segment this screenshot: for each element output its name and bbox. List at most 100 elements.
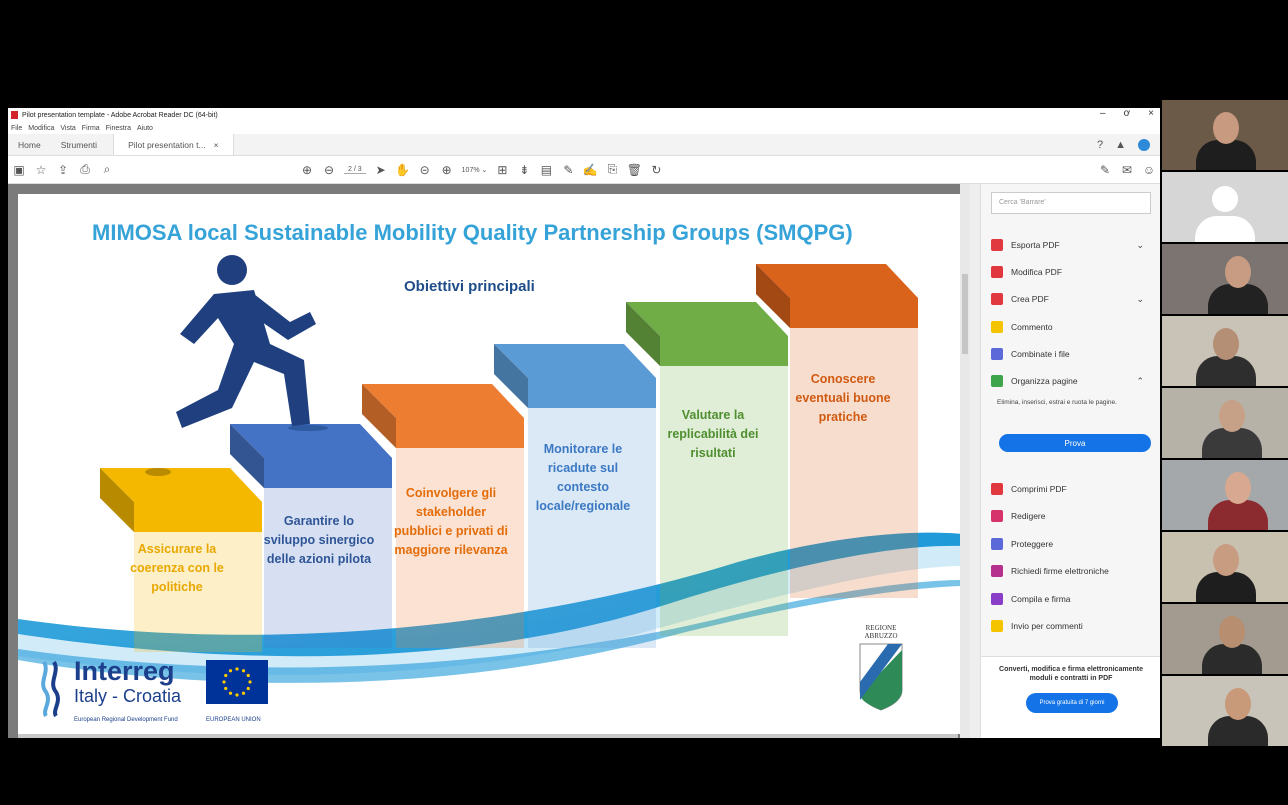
page-number-input[interactable]: 2 / 3 (344, 166, 366, 174)
upload-icon[interactable]: ⇪ (52, 163, 74, 177)
eu-star (224, 686, 228, 691)
tool-icon (991, 565, 1003, 578)
tool-item-4[interactable]: Commento (991, 314, 1156, 340)
tool-item-1[interactable]: Esporta PDF ⌄ (991, 232, 1156, 258)
free-trial-button[interactable]: Prova gratuita di 7 giorni (1026, 693, 1118, 713)
step-label-3: Coinvolgere gli stakeholder pubblici e p… (394, 486, 508, 557)
help-icon[interactable]: ? (1097, 139, 1103, 151)
participant-head (1219, 400, 1245, 432)
chevron-icon[interactable]: ⌄ (1136, 240, 1144, 251)
menu-modifica[interactable]: Modifica (28, 125, 54, 132)
eu-star (224, 673, 228, 678)
chevron-icon[interactable]: ⌃ (1136, 376, 1144, 387)
bookmark-star-icon[interactable]: ☆ (30, 163, 52, 177)
page-current: 2 (348, 165, 352, 173)
promo-box: Converti, modifica e firma elettronicame… (981, 656, 1160, 738)
panel-toggle[interactable] (970, 184, 980, 738)
tool-label: Compila e firma (1011, 593, 1071, 604)
participant-tile-1[interactable] (1162, 100, 1288, 170)
stamp-icon[interactable]: ⎘ (601, 162, 623, 177)
page-down-icon[interactable]: ⊖ (318, 163, 340, 177)
highlight-pen-icon[interactable]: ✎ (557, 163, 579, 177)
page-total: / 3 (353, 165, 362, 173)
participant-tile-7[interactable] (1162, 532, 1288, 602)
participant-tile-3[interactable] (1162, 244, 1288, 314)
tab-tools[interactable]: Strumenti (51, 140, 107, 155)
try-button[interactable]: Prova (999, 434, 1151, 452)
account-avatar[interactable] (1138, 139, 1150, 151)
tool-item-2[interactable]: Modifica PDF (991, 259, 1156, 285)
participant-tile-2[interactable] (1162, 172, 1288, 242)
sign-icon[interactable]: ✍ (579, 163, 601, 177)
tools-search-input[interactable]: Cerca 'Barrare' (991, 192, 1151, 214)
chevron-icon[interactable]: ⌄ (1136, 294, 1144, 305)
tool-item-6[interactable]: Organizza pagine ⌃ (991, 368, 1156, 394)
tab-document[interactable]: Pilot presentation t... × (113, 134, 234, 155)
menu-file[interactable]: File (11, 125, 22, 132)
eu-caption: EUROPEAN UNION (206, 717, 261, 723)
tools-panel: Cerca 'Barrare' Esporta PDF ⌄ Modifica PDF… (980, 184, 1160, 738)
participant-tile-4[interactable] (1162, 316, 1288, 386)
minimize-button[interactable]: – (1100, 108, 1106, 119)
zoom-out-icon[interactable]: ⊝ (414, 163, 436, 177)
participant-tile-9[interactable] (1162, 676, 1288, 746)
save-icon[interactable]: ▣ (8, 163, 30, 177)
participant-head (1213, 112, 1239, 144)
bell-icon[interactable]: ▲ (1115, 139, 1126, 151)
participant-body (1196, 356, 1256, 386)
promo-text: Converti, modifica e firma elettronicame… (999, 666, 1143, 682)
fill-sign-icon[interactable]: ✎ (1094, 163, 1116, 177)
participant-tile-5[interactable] (1162, 388, 1288, 458)
select-cursor-icon[interactable]: ➤ (370, 163, 392, 177)
tab-close-icon[interactable]: × (214, 140, 219, 150)
participant-tile-6[interactable] (1162, 460, 1288, 530)
rotate-icon[interactable]: ↻ (645, 163, 667, 177)
tool-label: Proteggere (1011, 538, 1054, 549)
step-face-5 (660, 336, 788, 636)
tool-label: Combinate i file (1011, 348, 1070, 359)
participant-head (1219, 616, 1245, 648)
step-label-6: Conoscere eventuali buone pratiche (795, 372, 891, 424)
mail-icon[interactable]: ✉ (1116, 163, 1138, 177)
document-scrollbar[interactable] (960, 184, 970, 738)
tab-home[interactable]: Home (8, 140, 51, 155)
zoom-select[interactable]: 107% ⌄ (462, 166, 488, 174)
participant-body (1202, 428, 1262, 458)
tool-item-5[interactable]: Combinate i file (991, 341, 1156, 367)
menu-finestra[interactable]: Finestra (106, 125, 131, 132)
tab-bar: Home Strumenti Pilot presentation t... ×… (8, 134, 1160, 156)
eu-star (241, 691, 246, 695)
step-face-6 (790, 298, 918, 598)
comment-icon[interactable]: ▤ (535, 163, 557, 177)
participant-tile-8[interactable] (1162, 604, 1288, 674)
more-tool-item-5[interactable]: Compila e firma (991, 586, 1156, 612)
tool-icon (991, 375, 1003, 387)
more-tool-item-2[interactable]: Redigere (991, 503, 1156, 529)
menu-vista[interactable]: Vista (60, 125, 75, 132)
participant-body (1196, 572, 1256, 602)
participant-body (1208, 500, 1268, 530)
tool-item-3[interactable]: Crea PDF ⌄ (991, 286, 1156, 312)
close-button[interactable]: × (1148, 108, 1154, 119)
zoom-in-icon[interactable]: ⊕ (436, 163, 458, 177)
search-icon[interactable]: ⌕ (96, 162, 118, 177)
more-tool-item-3[interactable]: Proteggere (991, 531, 1156, 557)
step-front-5 (660, 336, 788, 366)
more-tool-item-6[interactable]: Invio per commenti (991, 613, 1156, 639)
restore-button[interactable]: ơ (1124, 108, 1131, 119)
document-hscrollbar[interactable] (18, 734, 958, 738)
hand-tool-icon[interactable]: ✋ (392, 163, 414, 177)
print-icon[interactable]: ⎙ (74, 162, 96, 177)
scrollbar-thumb[interactable] (962, 274, 968, 354)
delete-icon[interactable]: 🗑 (623, 163, 645, 177)
scroll-mode-icon[interactable]: ⇟ (513, 163, 535, 177)
participant-body (1202, 644, 1262, 674)
menu-aiuto[interactable]: Aiuto (137, 125, 153, 132)
more-tool-item-1[interactable]: Comprimi PDF (991, 476, 1156, 502)
share-user-icon[interactable]: ☺ (1138, 163, 1160, 177)
fit-page-icon[interactable]: ⊞ (491, 163, 513, 177)
page-up-icon[interactable]: ⊕ (296, 163, 318, 177)
eu-star (222, 680, 226, 684)
menu-firma[interactable]: Firma (82, 125, 100, 132)
more-tool-item-4[interactable]: Richiedi firme elettroniche (991, 558, 1156, 584)
